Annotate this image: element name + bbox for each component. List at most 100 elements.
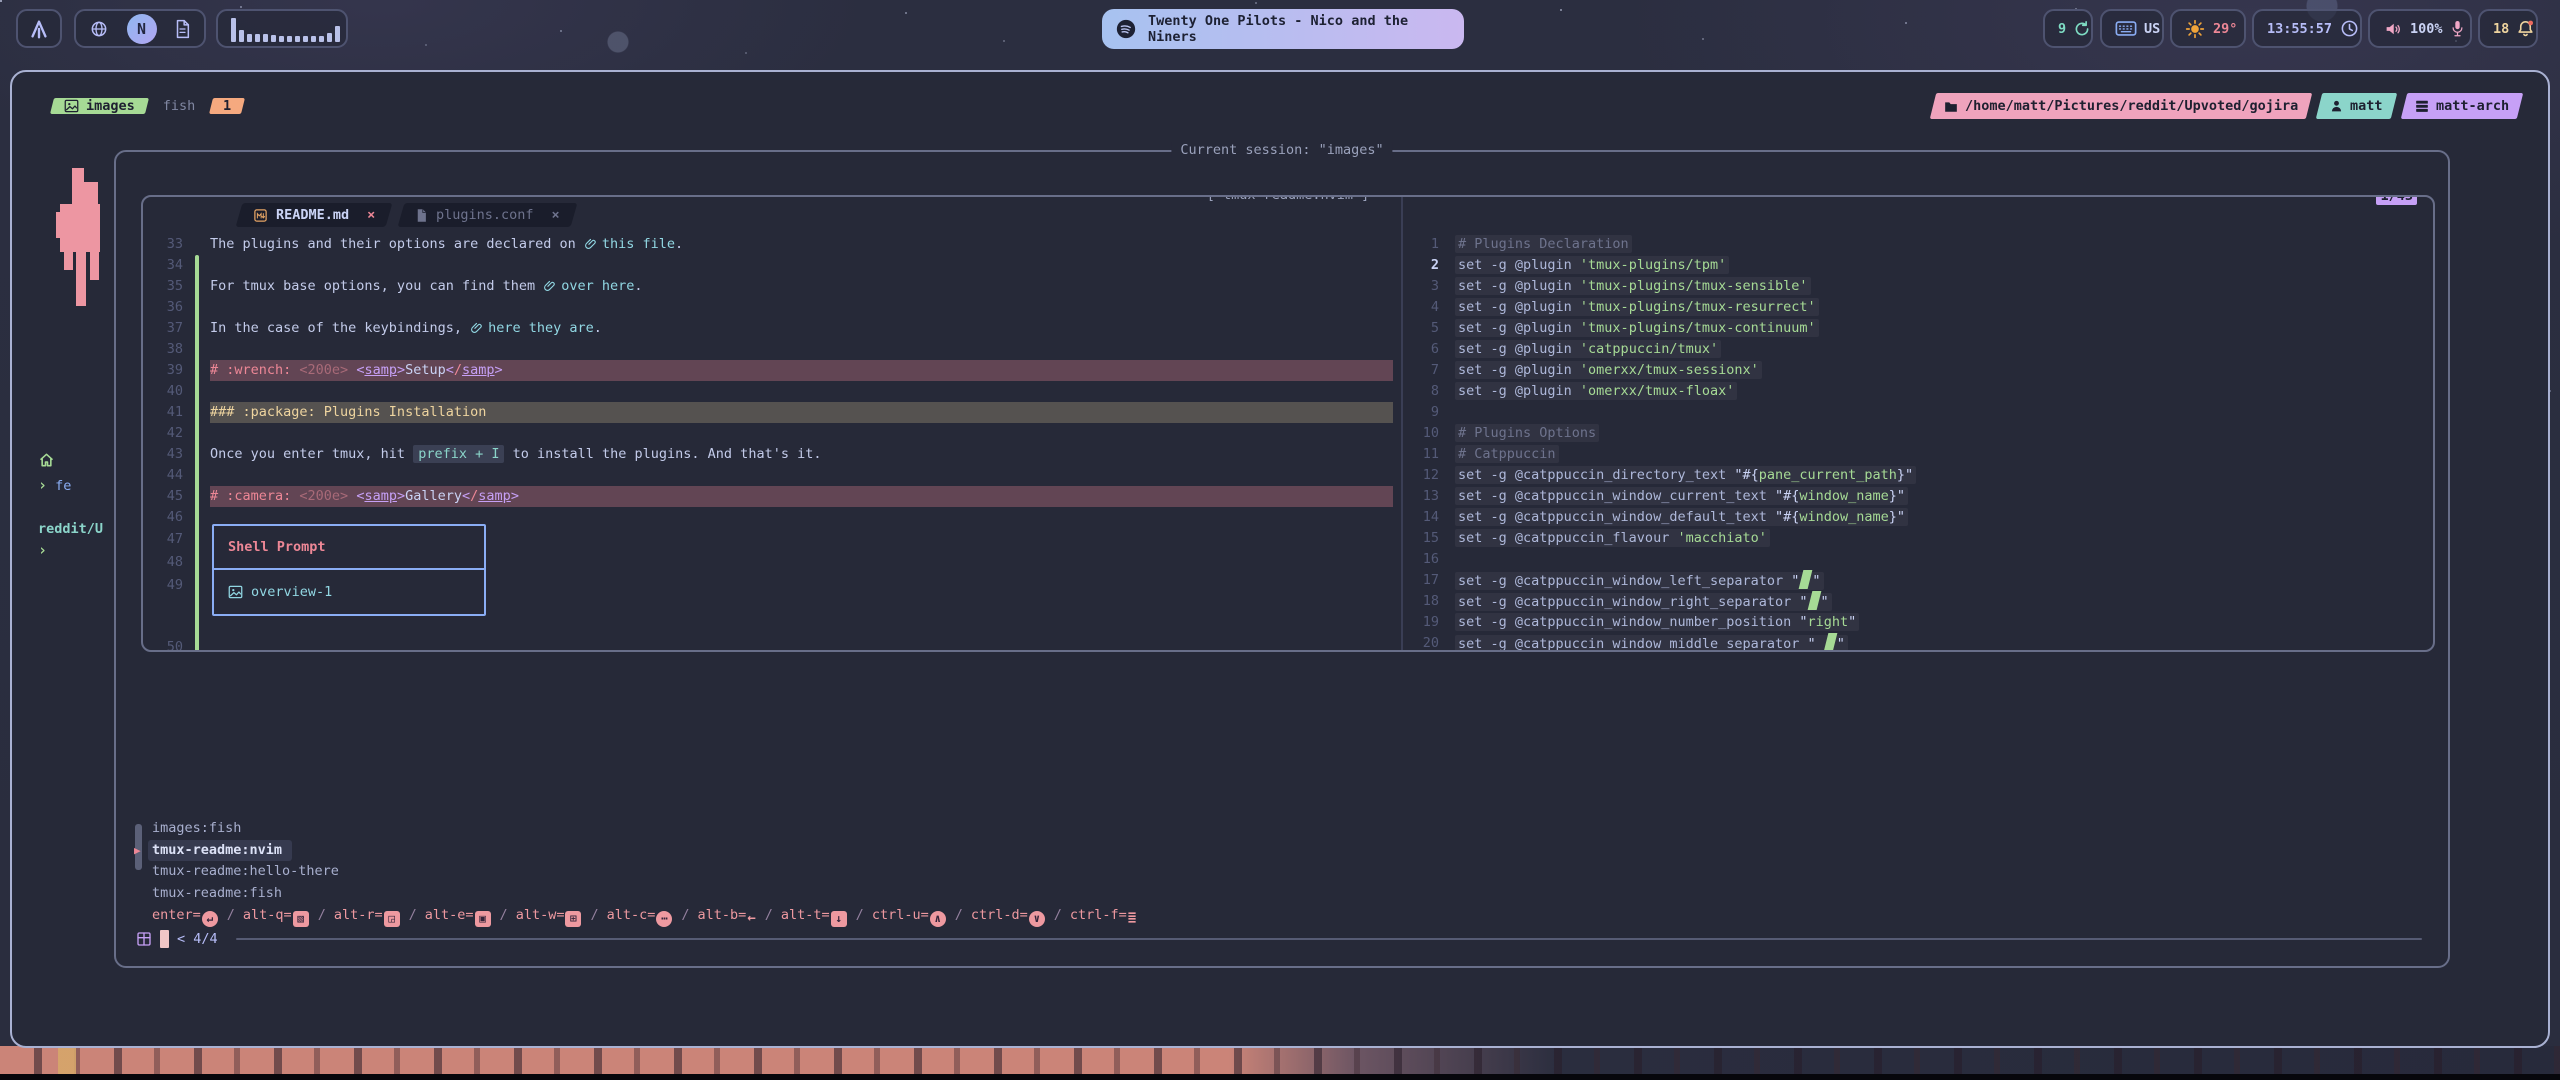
- editor-line-6: 6set -g @plugin 'catppuccin/tmux': [1403, 339, 2435, 360]
- tab-plugins-label: plugins.conf: [436, 207, 534, 223]
- editor-line-38: 38: [143, 339, 1401, 360]
- clock-widget[interactable]: 13:55:57: [2252, 9, 2362, 48]
- help-key: alt-b=: [698, 907, 747, 923]
- status-path: /home/matt/Pictures/reddit/Upvoted/gojir…: [1965, 98, 2298, 114]
- editor-pane-left: README.md × plugins.conf × 33The plugins…: [143, 197, 1401, 650]
- image-icon: [228, 585, 243, 599]
- sun-icon: [2185, 19, 2205, 39]
- list-item[interactable]: images:fish: [134, 818, 2428, 840]
- help-key: alt-w=: [516, 907, 565, 923]
- help-key-icon: ←: [747, 910, 755, 926]
- list-item[interactable]: ▶tmux-readme:nvim: [134, 840, 2428, 862]
- nvim-app-icon[interactable]: N: [127, 14, 157, 44]
- tab-readme-close-icon[interactable]: ×: [367, 207, 375, 223]
- volume-level: 100%: [2410, 21, 2443, 37]
- editor-line-11: 11# Catppuccin: [1403, 444, 2435, 465]
- link-icon: [543, 279, 556, 292]
- conf-file-icon: [415, 208, 428, 223]
- tmux-window-1[interactable]: 1: [211, 93, 243, 119]
- help-key: alt-r=: [334, 907, 383, 923]
- help-key-icon: ↵: [202, 911, 218, 927]
- tab-plugins-conf[interactable]: plugins.conf ×: [398, 203, 578, 227]
- editor-line-37: 37In the case of the keybindings, here t…: [143, 318, 1401, 339]
- editor-line-5: 5set -g @plugin 'tmux-plugins/tmux-conti…: [1403, 318, 2435, 339]
- host-icon: [2415, 99, 2429, 113]
- browser-icon[interactable]: [89, 19, 109, 39]
- prompt-symbol-2: ›: [38, 541, 47, 559]
- editor-pane-right: 1# Plugins Declaration2set -g @plugin 't…: [1401, 197, 2435, 650]
- markdown-link[interactable]: over here: [543, 278, 634, 294]
- keyboard-layout-widget[interactable]: US: [2100, 9, 2164, 48]
- help-key-icon: ↓: [831, 911, 847, 927]
- updates-count: 9: [2058, 21, 2066, 37]
- folder-icon: [1944, 100, 1958, 113]
- editor-line-19: 19set -g @catppuccin_window_number_posit…: [1403, 612, 2435, 633]
- status-user-segment: matt: [2316, 93, 2397, 119]
- clock-icon: [2340, 19, 2359, 38]
- editor-line-14: 14set -g @catppuccin_window_default_text…: [1403, 507, 2435, 528]
- markdown-link[interactable]: this file: [584, 236, 675, 252]
- help-key: alt-e=: [425, 907, 474, 923]
- session-preview: [ tmux-readme:nvim ] 1/43 README.md × pl…: [141, 195, 2435, 652]
- weather-widget[interactable]: 29°: [2170, 9, 2246, 48]
- editor-line-36: 36: [143, 297, 1401, 318]
- audio-visualizer: [216, 9, 348, 48]
- help-key: alt-t=: [781, 907, 830, 923]
- tab-readme[interactable]: README.md ×: [236, 203, 393, 227]
- keyboard-layout: US: [2144, 21, 2160, 37]
- prompt-divider: [236, 938, 2422, 940]
- session-list: images:fish▶tmux-readme:nvimtmux-readme:…: [134, 818, 2428, 951]
- status-host-segment: matt-arch: [2401, 93, 2524, 119]
- list-item[interactable]: tmux-readme:hello-there: [134, 861, 2428, 883]
- editor-line-16: 16: [1403, 549, 2435, 570]
- editor-line-8: 8set -g @plugin 'omerxx/tmux-floax': [1403, 381, 2435, 402]
- editor-line-15: 15set -g @catppuccin_flavour 'macchiato': [1403, 528, 2435, 549]
- prompt-symbol: ›: [38, 476, 47, 494]
- editor-line-18: 18set -g @catppuccin_window_right_separa…: [1403, 591, 2435, 612]
- weather-temp: 29°: [2213, 21, 2237, 37]
- separator-block: [1823, 633, 1837, 652]
- audio-widget[interactable]: 100%: [2368, 9, 2472, 48]
- editor-line-1: 1# Plugins Declaration: [1403, 234, 2435, 255]
- search-prompt[interactable]: < 4/4: [134, 927, 2428, 951]
- text-cursor: [160, 930, 169, 948]
- now-playing-widget[interactable]: Twenty One Pilots - Nico and the Niners: [1102, 9, 1464, 49]
- now-playing-title: Twenty One Pilots - Nico and the Niners: [1148, 13, 1451, 45]
- popup-title: Current session: "images": [1171, 142, 1392, 158]
- help-key: alt-q=: [243, 907, 292, 923]
- editor-right-lines: 1# Plugins Declaration2set -g @plugin 't…: [1403, 234, 2435, 652]
- notifications-widget[interactable]: 18: [2478, 9, 2538, 48]
- tmux-window-images[interactable]: images: [52, 93, 147, 119]
- editor-line-20: 20set -g @catppuccin_window_middle_separ…: [1403, 633, 2435, 652]
- shell-prompt-block: › fe reddit/U ›: [38, 452, 103, 562]
- help-key: ctrl-d=: [971, 907, 1028, 923]
- help-key-icon: ⊞: [565, 911, 581, 927]
- markdown-link[interactable]: here they are: [470, 320, 594, 336]
- updates-widget[interactable]: 9: [2043, 9, 2093, 48]
- help-key: alt-c=: [607, 907, 656, 923]
- editor-line-40: 40: [143, 381, 1401, 402]
- tab-plugins-close-icon[interactable]: ×: [552, 207, 560, 223]
- launcher-arrow-icon: [28, 18, 50, 40]
- status-user: matt: [2350, 98, 2383, 114]
- list-item[interactable]: tmux-readme:fish: [134, 883, 2428, 905]
- editor-line-42: 42: [143, 423, 1401, 444]
- match-count: < 4/4: [177, 931, 218, 947]
- status-host: matt-arch: [2436, 98, 2509, 114]
- help-key-icon: ≣: [1128, 910, 1136, 926]
- launcher-button[interactable]: [16, 9, 62, 48]
- editor-line-12: 12set -g @catppuccin_directory_text "#{p…: [1403, 465, 2435, 486]
- session-items: images:fish▶tmux-readme:nvimtmux-readme:…: [134, 818, 2428, 904]
- wallpaper-stars: [0, 0, 2, 2]
- microphone-icon: [2450, 19, 2465, 38]
- file-app-icon[interactable]: [174, 19, 191, 39]
- window-image-icon: [64, 99, 79, 113]
- help-key-icon: ∧: [930, 911, 946, 927]
- taskbar-apps: N: [74, 9, 206, 48]
- tmux-window-fish[interactable]: fish: [163, 93, 196, 119]
- screen-bottom-edge: [0, 1074, 2560, 1080]
- selection-pointer-icon: ▶: [134, 840, 141, 862]
- editor-line-44: 44: [143, 465, 1401, 486]
- markdown-table: Shell Prompt overview-1: [212, 524, 486, 616]
- help-key: ctrl-f=: [1070, 907, 1127, 923]
